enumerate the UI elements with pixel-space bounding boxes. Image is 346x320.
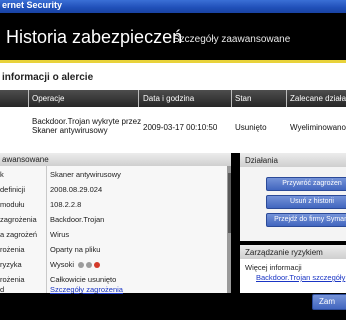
details-heading-label: awansowane: [2, 155, 49, 164]
detail-key: definicji: [0, 185, 26, 194]
actions-panel: Działania Przywróć zagrożen Usuń z histo…: [240, 153, 346, 241]
detail-row: a zagrożeń Wirus: [0, 226, 227, 242]
status-cell: Usunięto: [235, 123, 267, 132]
detail-value: 108.2.2.8: [50, 200, 82, 209]
actions-heading: Działania: [240, 153, 346, 167]
column-header-recommended-action[interactable]: Zalecane działanie: [290, 94, 346, 103]
detail-key: ryzyka: [0, 260, 22, 269]
detail-row: k Skaner antywirusowy: [0, 166, 227, 182]
more-info-label: Więcej informacji: [245, 263, 302, 272]
page-title: Historia zabezpieczeń: [6, 27, 183, 47]
column-header-datetime[interactable]: Data i godzina: [143, 94, 194, 103]
advanced-details-panel: awansowane k Skaner antywirusowy definic…: [0, 153, 231, 294]
column-header-operations[interactable]: Operacje: [32, 94, 64, 103]
detail-row: d Szczegóły zagrożenia: [0, 285, 227, 294]
main-content: informacji o alercie Operacje Data i god…: [0, 63, 346, 308]
risk-management-body: Więcej informacji Backdoor.Trojan szczeg…: [240, 259, 346, 293]
detail-value: 2008.08.29.024: [50, 185, 103, 194]
close-button[interactable]: Zam: [312, 294, 346, 310]
datetime-cell: 2009-03-17 00:10:50: [143, 123, 218, 132]
detail-row: rożenia Oparty na pliku: [0, 241, 227, 257]
detail-value: Skaner antywirusowy: [50, 170, 121, 179]
detail-row: ryzyka Wysoki: [0, 256, 227, 272]
table-row[interactable]: Backdoor.Trojan wykryte przez Skaner ant…: [0, 107, 346, 152]
alert-table-header: Operacje Data i godzina Stan Zalecane dz…: [0, 90, 346, 107]
restore-threat-button[interactable]: Przywróć zagrożen: [266, 177, 346, 191]
detail-key: zagrożenia: [0, 215, 37, 224]
detail-value: Oparty na pliku: [50, 245, 101, 254]
window-title: ernet Security: [2, 0, 63, 10]
detail-key: a zagrożeń: [0, 230, 38, 239]
detail-value: Wirus: [50, 230, 70, 239]
page-subtitle: Szczegóły zaawansowane: [173, 34, 291, 45]
recommended-action-cell: Wyeliminowano – b: [290, 123, 346, 132]
detail-key: rożenia: [0, 275, 25, 284]
risk-management-heading: Zarządzanie ryzykiem: [240, 245, 346, 259]
page-header: Historia zabezpieczeń Szczegóły zaawanso…: [0, 13, 346, 60]
column-header-status[interactable]: Stan: [235, 94, 251, 103]
operation-text: Skaner antywirusowy: [32, 126, 108, 135]
actions-heading-label: Działania: [245, 156, 278, 165]
risk-dot-icon: [78, 262, 85, 268]
detail-key: rożenia: [0, 245, 25, 254]
risk-level: Wysoki: [50, 260, 101, 269]
alert-info-heading: informacji o alercie: [2, 72, 94, 83]
risk-management-panel: Zarządzanie ryzykiem Więcej informacji B…: [240, 245, 346, 293]
detail-value: Backdoor.Trojan: [50, 215, 105, 224]
details-divider: [46, 166, 47, 293]
detail-row: zagrożenia Backdoor.Trojan: [0, 211, 227, 227]
operation-text: Backdoor.Trojan wykryte przez: [32, 117, 142, 126]
threat-details-link[interactable]: Szczegóły zagrożenia: [50, 285, 123, 294]
risk-dot-icon: [86, 262, 93, 268]
window-titlebar: ernet Security: [0, 0, 346, 13]
detail-key: k: [0, 170, 4, 179]
detail-key: modułu: [0, 200, 25, 209]
details-heading: awansowane: [0, 153, 231, 166]
details-scrollbar-thumb[interactable]: [228, 173, 231, 233]
bottom-bar: [0, 308, 346, 320]
remove-from-history-button[interactable]: Usuń z historii: [266, 195, 346, 209]
detail-row: modułu 108.2.2.8: [0, 196, 227, 212]
threat-details-link[interactable]: Backdoor.Trojan szczegóły: [256, 273, 345, 282]
detail-key: d: [0, 285, 5, 294]
detail-row: definicji 2008.08.29.024: [0, 181, 227, 197]
risk-level-label: Wysoki: [50, 260, 75, 269]
lower-section: awansowane k Skaner antywirusowy definic…: [0, 153, 346, 308]
detail-value: Całkowicie usunięto: [50, 275, 117, 284]
risk-management-heading-label: Zarządzanie ryzykiem: [245, 248, 323, 257]
go-to-symantec-button[interactable]: Przejdź do firmy Symant: [266, 213, 346, 227]
risk-dot-icon: [94, 262, 101, 268]
